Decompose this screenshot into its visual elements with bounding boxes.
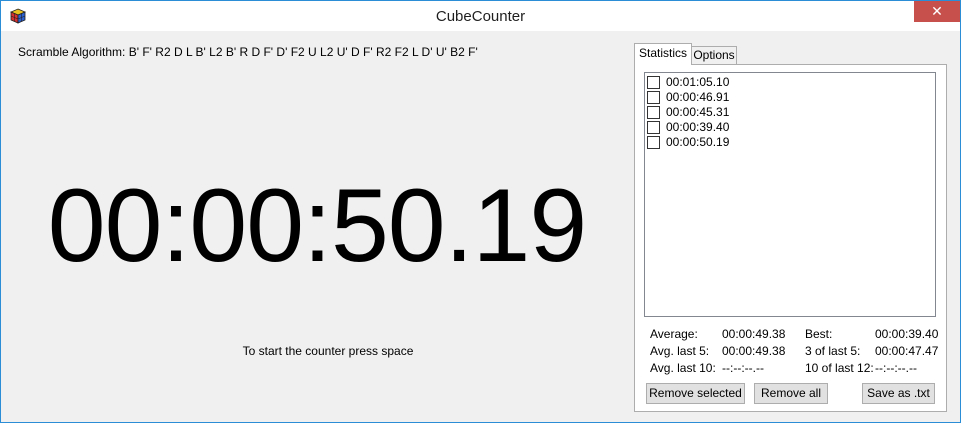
app-window: CubeCounter ✕ Scramble Algorithm: B' F' … <box>0 0 961 423</box>
time-label: 00:00:45.31 <box>666 105 730 119</box>
start-hint: To start the counter press space <box>242 344 414 358</box>
time-label: 00:00:50.19 <box>666 135 730 149</box>
ten-of-last-12-label: 10 of last 12: <box>805 361 874 375</box>
avg-last-10-label: Avg. last 10: <box>650 361 716 375</box>
close-button[interactable]: ✕ <box>914 1 960 22</box>
three-of-last-5-label: 3 of last 5: <box>805 344 861 358</box>
title-bar[interactable]: CubeCounter ✕ <box>1 1 960 31</box>
scramble-algorithm-label: Scramble Algorithm: B' F' R2 D L B' L2 B… <box>18 45 478 59</box>
average-value: 00:00:49.38 <box>722 327 786 341</box>
avg-last-5-value: 00:00:49.38 <box>722 344 786 358</box>
best-label: Best: <box>805 327 833 341</box>
ten-of-last-12-value: --:--:--.-- <box>875 361 917 375</box>
time-label: 00:01:05.10 <box>666 75 730 89</box>
window-title: CubeCounter <box>435 8 526 25</box>
close-icon: ✕ <box>931 3 943 19</box>
tab-options[interactable]: Options <box>691 46 737 64</box>
checkbox[interactable] <box>647 91 660 104</box>
statistics-panel: 00:01:05.10 00:00:46.91 00:00:45.31 00:0… <box>634 64 947 412</box>
save-as-txt-button[interactable]: Save as .txt <box>862 383 935 404</box>
best-value: 00:00:39.40 <box>875 327 939 341</box>
checkbox[interactable] <box>647 76 660 89</box>
times-list[interactable]: 00:01:05.10 00:00:46.91 00:00:45.31 00:0… <box>644 72 936 317</box>
remove-selected-button[interactable]: Remove selected <box>646 383 745 404</box>
timer-display: 00:00:50.19 <box>47 168 587 284</box>
checkbox[interactable] <box>647 136 660 149</box>
checkbox[interactable] <box>647 106 660 119</box>
remove-all-button[interactable]: Remove all <box>754 383 828 404</box>
tab-statistics[interactable]: Statistics <box>634 43 692 65</box>
avg-last-5-label: Avg. last 5: <box>650 344 710 358</box>
three-of-last-5-value: 00:00:47.47 <box>875 344 939 358</box>
checkbox[interactable] <box>647 121 660 134</box>
average-label: Average: <box>650 327 698 341</box>
time-label: 00:00:46.91 <box>666 90 730 104</box>
time-label: 00:00:39.40 <box>666 120 730 134</box>
avg-last-10-value: --:--:--.-- <box>722 361 764 375</box>
